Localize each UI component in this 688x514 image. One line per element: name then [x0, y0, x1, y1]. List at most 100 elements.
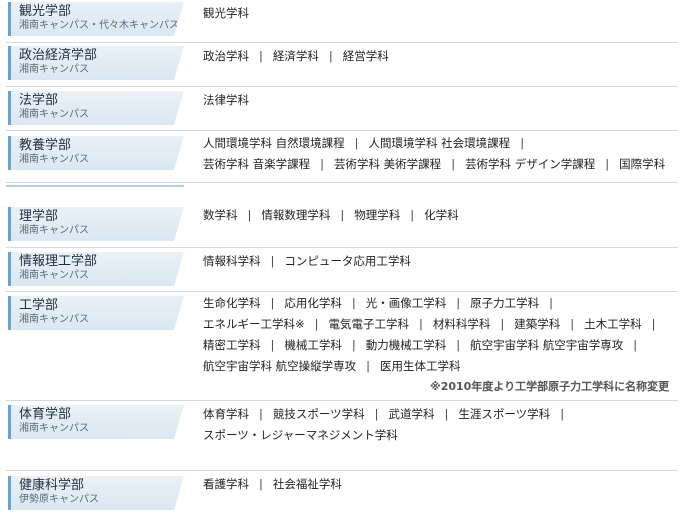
- department-link[interactable]: 社会福祉学科: [273, 477, 342, 491]
- department-link[interactable]: 数学科: [203, 208, 238, 222]
- department-link[interactable]: 政治学科: [203, 49, 249, 63]
- divider: [6, 42, 678, 43]
- department-link[interactable]: 土木工学科: [584, 317, 642, 331]
- separator: |: [410, 208, 415, 222]
- department-line: 人間環境学科 自然環境課程 | 人間環境学科 社会環境課程 |: [203, 133, 665, 154]
- campus-name: 伊勢原キャンパス: [19, 494, 99, 505]
- separator: |: [570, 317, 575, 331]
- department-link[interactable]: 情報数理学科: [261, 208, 330, 222]
- campus-name: 湘南キャンパス・代々木キャンパス: [19, 20, 179, 31]
- department-list: 政治学科 | 経済学科 | 経営学科: [203, 46, 389, 67]
- faculty-name: 教養学部: [19, 138, 72, 153]
- department-link[interactable]: 材料科学科: [433, 317, 491, 331]
- department-link[interactable]: 機械工学科: [284, 338, 342, 352]
- separator: |: [247, 208, 252, 222]
- campus-name: 湘南キャンパス: [19, 109, 89, 120]
- department-link[interactable]: 人間環境学科 自然環境課程: [203, 136, 345, 150]
- department-link[interactable]: 芸術学科 音楽学課程: [203, 157, 310, 171]
- faculty-name: 観光学部: [19, 4, 72, 19]
- department-link[interactable]: 看護学科: [203, 477, 249, 491]
- department-link[interactable]: 電気電子工学科: [329, 317, 410, 331]
- separator: |: [549, 296, 553, 310]
- department-link[interactable]: 人間環境学科 社会環境課程: [369, 136, 511, 150]
- faculty-name: 健康科学部: [19, 478, 85, 493]
- department-link[interactable]: 物理学科: [354, 208, 400, 222]
- faculty-name: 情報理工学部: [19, 254, 98, 269]
- department-list: 体育学科 | 競技スポーツ学科 | 武道学科 | 生涯スポーツ学科 | スポーツ・レジャーマネジ…: [203, 404, 574, 446]
- separator: |: [259, 49, 263, 63]
- separator: |: [314, 317, 319, 331]
- department-link[interactable]: 経営学科: [343, 49, 389, 63]
- department-link[interactable]: 武道学科: [389, 407, 435, 421]
- separator: |: [500, 317, 505, 331]
- faculty-name: 工学部: [19, 298, 59, 313]
- divider: [6, 86, 678, 87]
- separator: |: [340, 208, 345, 222]
- department-line: 体育学科 | 競技スポーツ学科 | 武道学科 | 生涯スポーツ学科 |: [203, 404, 574, 425]
- separator: |: [351, 338, 356, 352]
- department-line: 芸術学科 音楽学課程 | 芸術学科 美術学課程 | 芸術学科 デザイン学課程 | 国際学科: [203, 154, 665, 175]
- department-link[interactable]: 芸術学科 美術学課程: [334, 157, 441, 171]
- department-link[interactable]: エネルギー工学科※: [203, 317, 305, 331]
- department-link[interactable]: 精密工学科: [203, 338, 261, 352]
- campus-name: 湘南キャンパス: [19, 314, 89, 325]
- faculty-header: 観光学部 湘南キャンパス・代々木キャンパス: [8, 2, 184, 36]
- separator: |: [444, 407, 449, 421]
- department-list: 生命化学科 | 応用化学科 | 光・画像工学科 | 原子力工学科 | エネルギー工学科※ | 電気電…: [203, 293, 666, 377]
- department-link[interactable]: 航空宇宙学科 航空操縦学専攻: [203, 359, 356, 373]
- department-link[interactable]: 医用生体工学科: [380, 359, 461, 373]
- department-link[interactable]: 観光学科: [203, 6, 249, 20]
- separator: |: [451, 157, 456, 171]
- department-link[interactable]: 航空宇宙学科 航空宇宙学専攻: [470, 338, 623, 352]
- department-link[interactable]: 応用化学科: [284, 296, 342, 310]
- department-link[interactable]: スポーツ・レジャーマネジメント学科: [203, 428, 398, 442]
- department-link[interactable]: 化学科: [424, 208, 459, 222]
- faculty-header: 政治経済学部 湘南キャンパス: [8, 46, 184, 80]
- department-link[interactable]: 生涯スポーツ学科: [458, 407, 550, 421]
- department-list: 人間環境学科 自然環境課程 | 人間環境学科 社会環境課程 | 芸術学科 音楽学課程 | 芸…: [203, 133, 665, 175]
- note: ※2010年度より工学部原子力工学科に名称変更: [430, 380, 670, 393]
- campus-name: 湘南キャンパス: [19, 270, 89, 281]
- separator: |: [259, 407, 263, 421]
- divider: [6, 247, 678, 248]
- faculty-name: 体育学部: [19, 407, 72, 422]
- department-line: 看護学科 | 社会福祉学科: [203, 474, 342, 495]
- department-link[interactable]: 芸術学科 デザイン学課程: [465, 157, 595, 171]
- department-link[interactable]: 建築学科: [514, 317, 560, 331]
- separator: |: [633, 338, 638, 352]
- department-link[interactable]: 生命化学科: [203, 296, 261, 310]
- separator: |: [259, 477, 263, 491]
- department-line: 生命化学科 | 応用化学科 | 光・画像工学科 | 原子力工学科 |: [203, 293, 666, 314]
- faculty-name: 政治経済学部: [19, 48, 98, 63]
- divider: [6, 130, 678, 131]
- department-link[interactable]: 動力機械工学科: [366, 338, 447, 352]
- department-link[interactable]: 法律学科: [203, 93, 249, 107]
- faculty-header: 健康科学部 伊勢原キャンパス: [8, 476, 184, 510]
- separator: |: [456, 338, 461, 352]
- department-link[interactable]: 経済学科: [273, 49, 319, 63]
- department-link[interactable]: 情報科学科: [203, 254, 261, 268]
- separator: |: [328, 49, 333, 63]
- department-link[interactable]: コンピュータ応用工学科: [284, 254, 411, 268]
- department-line: 政治学科 | 経済学科 | 経営学科: [203, 46, 389, 67]
- section-divider: [6, 185, 184, 187]
- department-link[interactable]: 原子力工学科: [470, 296, 539, 310]
- faculty-header: 工学部 湘南キャンパス: [8, 296, 184, 330]
- separator: |: [270, 254, 275, 268]
- separator: |: [270, 296, 275, 310]
- department-line: 法律学科: [203, 90, 249, 111]
- divider: [6, 291, 678, 292]
- department-link[interactable]: 光・画像工学科: [366, 296, 447, 310]
- department-list: 看護学科 | 社会福祉学科: [203, 474, 342, 495]
- department-line: 数学科 | 情報数理学科 | 物理学科 | 化学科: [203, 205, 459, 226]
- separator: |: [320, 157, 325, 171]
- faculty-name: 理学部: [19, 209, 59, 224]
- department-line: 情報科学科 | コンピュータ応用工学科: [203, 251, 411, 272]
- campus-name: 湘南キャンパス: [19, 225, 89, 236]
- separator: |: [351, 296, 356, 310]
- department-list: 数学科 | 情報数理学科 | 物理学科 | 化学科: [203, 205, 459, 226]
- department-link[interactable]: 国際学科: [619, 157, 665, 171]
- department-link[interactable]: 体育学科: [203, 407, 249, 421]
- separator: |: [605, 157, 610, 171]
- department-link[interactable]: 競技スポーツ学科: [273, 407, 365, 421]
